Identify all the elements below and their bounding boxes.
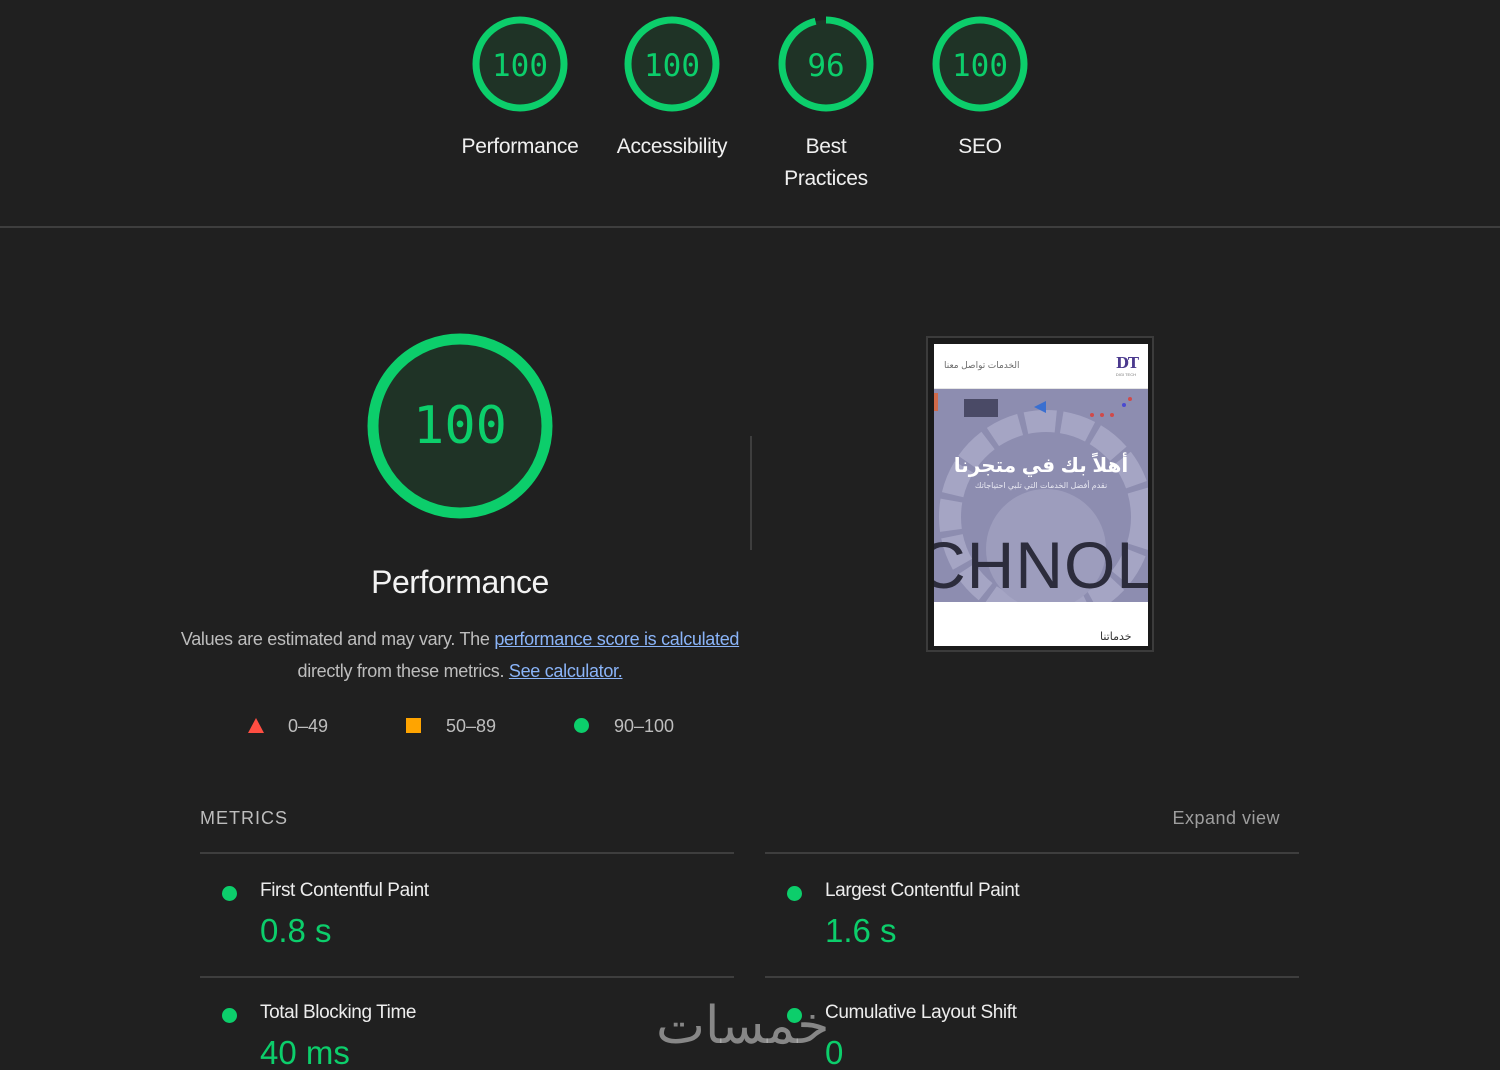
pass-icon <box>222 1008 237 1023</box>
metric-label: Largest Contentful Paint <box>825 880 1020 901</box>
thumbnail-footer-text: خدماتنا <box>1100 631 1132 643</box>
legend-label: 50–89 <box>446 716 497 736</box>
gauge-seo[interactable]: 100 SEO <box>905 14 1055 163</box>
expand-view-toggle[interactable]: Expand view <box>1172 808 1280 829</box>
thumbnail-hero-title: أهلاً بك في متجرنا <box>953 455 1129 477</box>
gauge-accessibility[interactable]: 100 Accessibility <box>597 14 747 163</box>
metric-first-contentful-paint: First Contentful Paint 0.8 s <box>200 878 734 988</box>
square-icon <box>406 718 421 733</box>
metric-divider <box>765 976 1299 978</box>
metric-label: First Contentful Paint <box>260 880 429 901</box>
gauge-value: 96 <box>807 48 845 84</box>
gauge-best-practices[interactable]: 96 Best Practices <box>751 14 901 195</box>
metrics-header: METRICS Expand view <box>200 808 1300 834</box>
gauge-ring: 96 <box>776 14 876 114</box>
performance-score: 100 <box>413 396 507 456</box>
metric-value: 0.8 s <box>260 912 332 949</box>
metric-value: 40 ms <box>260 1034 350 1070</box>
lighthouse-report: 100 Performance 100 Accessibility 96 Bes… <box>0 0 1500 1070</box>
pass-icon <box>787 886 802 901</box>
thumbnail-hero: أهلاً بك في متجرنا نقدم أفضل الخدمات الت… <box>934 389 1148 602</box>
gauge-label: Performance <box>461 135 579 158</box>
performance-gauge: 100 <box>364 330 556 522</box>
legend-label: 0–49 <box>288 716 329 736</box>
metric-total-blocking-time: Total Blocking Time 40 ms <box>200 1000 734 1070</box>
circle-icon <box>574 718 589 733</box>
gauge-value: 100 <box>952 48 1008 84</box>
metric-cumulative-layout-shift: Cumulative Layout Shift 0 <box>765 1000 1299 1070</box>
metrics-title: METRICS <box>200 808 288 828</box>
gauge-value: 100 <box>492 48 548 84</box>
score-legend: 0–49 50–89 90–100 <box>0 714 1500 738</box>
metric-label: Cumulative Layout Shift <box>825 1002 1017 1023</box>
gauge-label: SEO <box>958 135 1002 158</box>
screenshot-image: الخدمات تواصل معنا DT DIGI TECH أهلاً بك… <box>934 344 1148 646</box>
metric-divider <box>765 852 1299 854</box>
description-text: directly from these metrics. <box>297 661 509 681</box>
description-text: Values are estimated and may vary. The <box>180 629 495 649</box>
metric-label: Total Blocking Time <box>260 1002 417 1023</box>
gauge-label: Accessibility <box>616 135 728 158</box>
gauge-ring: 100 <box>470 14 570 114</box>
metric-divider <box>200 976 734 978</box>
triangle-icon <box>248 718 264 733</box>
see-calculator-link[interactable]: See calculator. <box>509 661 623 681</box>
metric-value: 1.6 s <box>825 912 897 949</box>
performance-description: Values are estimated and may vary. The p… <box>180 623 740 687</box>
performance-summary: 100 Performance Values are estimated and… <box>180 330 740 687</box>
performance-title: Performance <box>371 564 549 600</box>
gauge-value: 100 <box>644 48 700 84</box>
metric-divider <box>200 852 734 854</box>
thumbnail-big-text: CHNOLO <box>934 528 1148 602</box>
thumbnail-logo: DT <box>1115 354 1139 372</box>
pass-icon <box>222 886 237 901</box>
thumbnail-logo-sub: DIGI TECH <box>1115 372 1136 377</box>
gauge-label: Best Practices <box>784 135 868 190</box>
legend-label: 90–100 <box>614 716 675 736</box>
gauge-ring: 100 <box>622 14 722 114</box>
thumbnail-nav: الخدمات تواصل معنا <box>944 360 1020 370</box>
metric-largest-contentful-paint: Largest Contentful Paint 1.6 s <box>765 878 1299 988</box>
section-divider <box>0 226 1500 228</box>
score-calculation-link[interactable]: performance score is calculated <box>494 629 739 649</box>
score-gauges: 100 Performance 100 Accessibility 96 Bes… <box>0 14 1500 214</box>
gauge-performance[interactable]: 100 Performance <box>445 14 595 163</box>
vertical-divider <box>750 436 752 550</box>
watermark-logo: خمسات <box>656 996 830 1056</box>
final-screenshot[interactable]: الخدمات تواصل معنا DT DIGI TECH أهلاً بك… <box>926 336 1154 652</box>
thumbnail-hero-subtitle: نقدم أفضل الخدمات التي تلبي احتياجاتك <box>974 481 1108 490</box>
thumbnail-header: الخدمات تواصل معنا DT DIGI TECH <box>934 344 1148 389</box>
gauge-ring: 100 <box>930 14 1030 114</box>
